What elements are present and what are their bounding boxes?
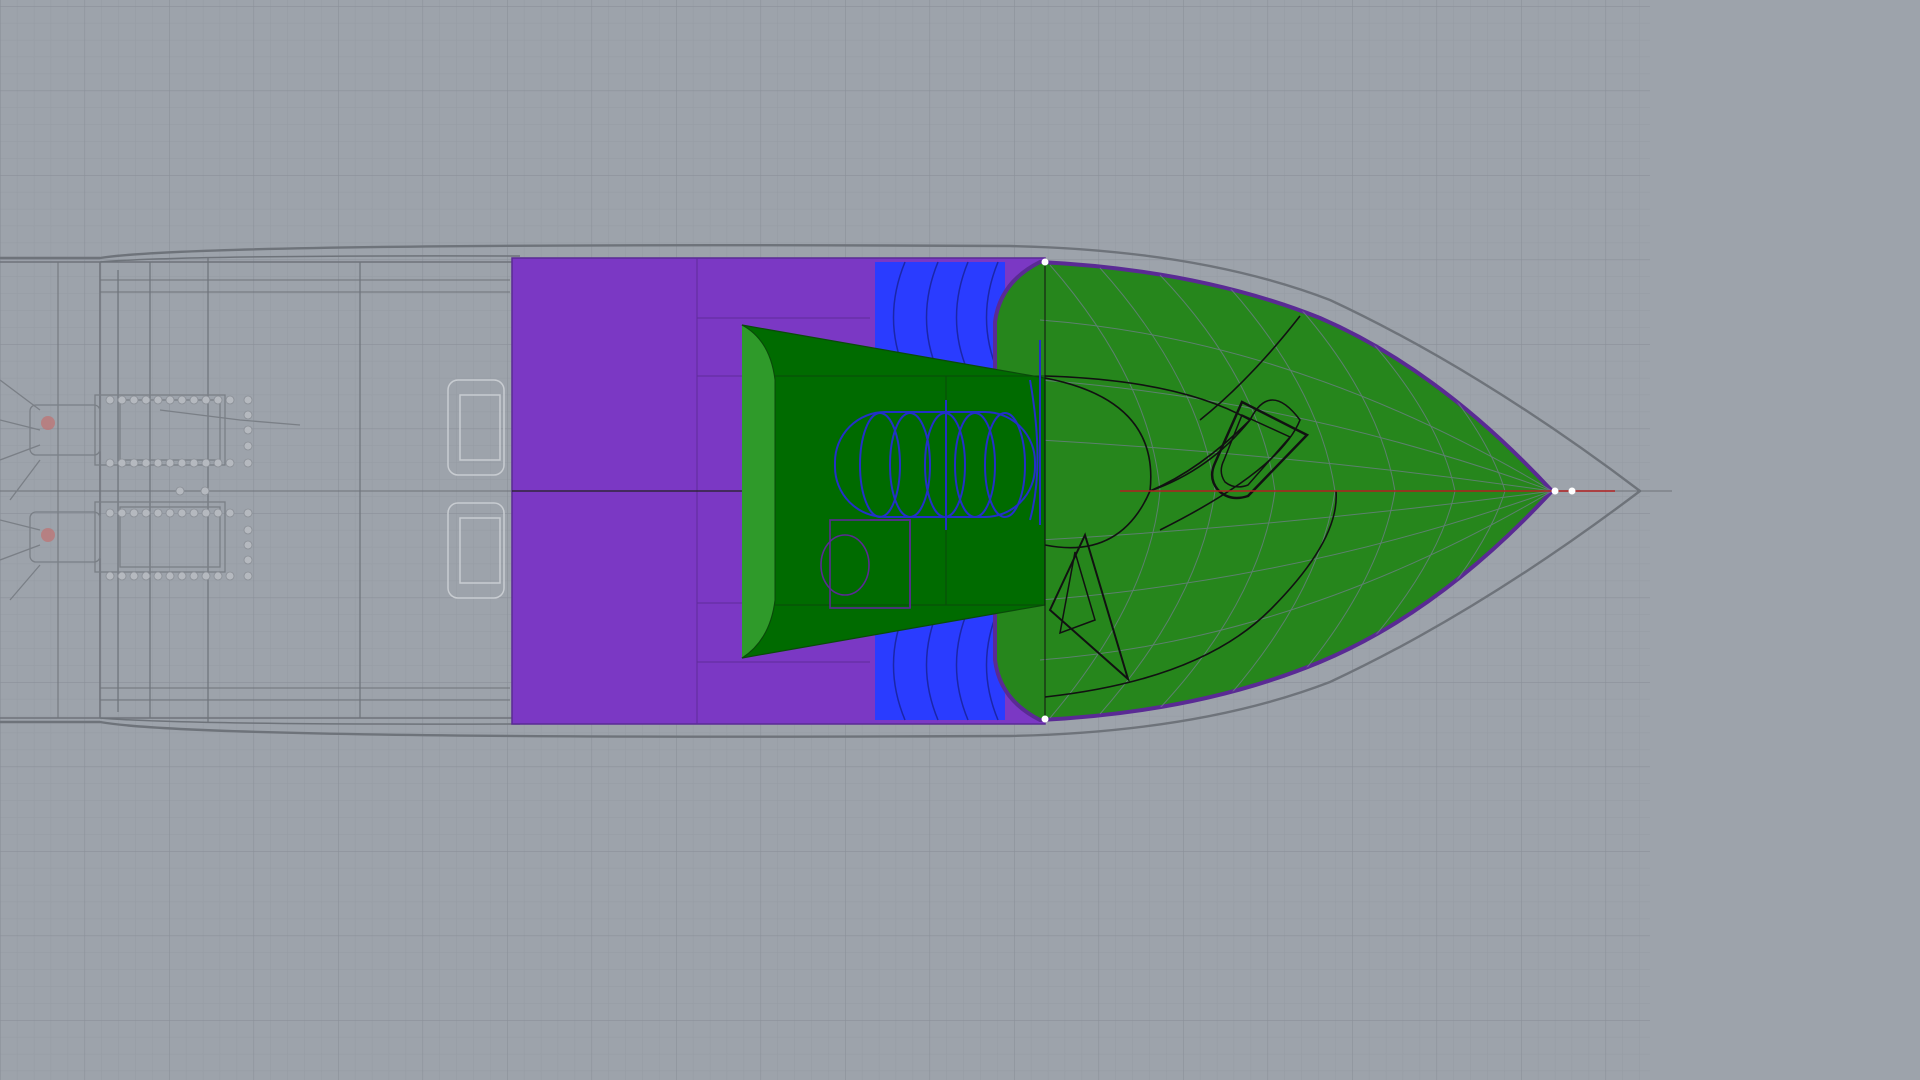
- control-point[interactable]: [1568, 487, 1576, 495]
- rhino-viewport-top[interactable]: [0, 0, 1920, 1080]
- control-point[interactable]: [1551, 487, 1559, 495]
- viewport-canvas[interactable]: [0, 0, 1920, 1080]
- control-point[interactable]: [1041, 715, 1049, 723]
- control-point[interactable]: [1041, 258, 1049, 266]
